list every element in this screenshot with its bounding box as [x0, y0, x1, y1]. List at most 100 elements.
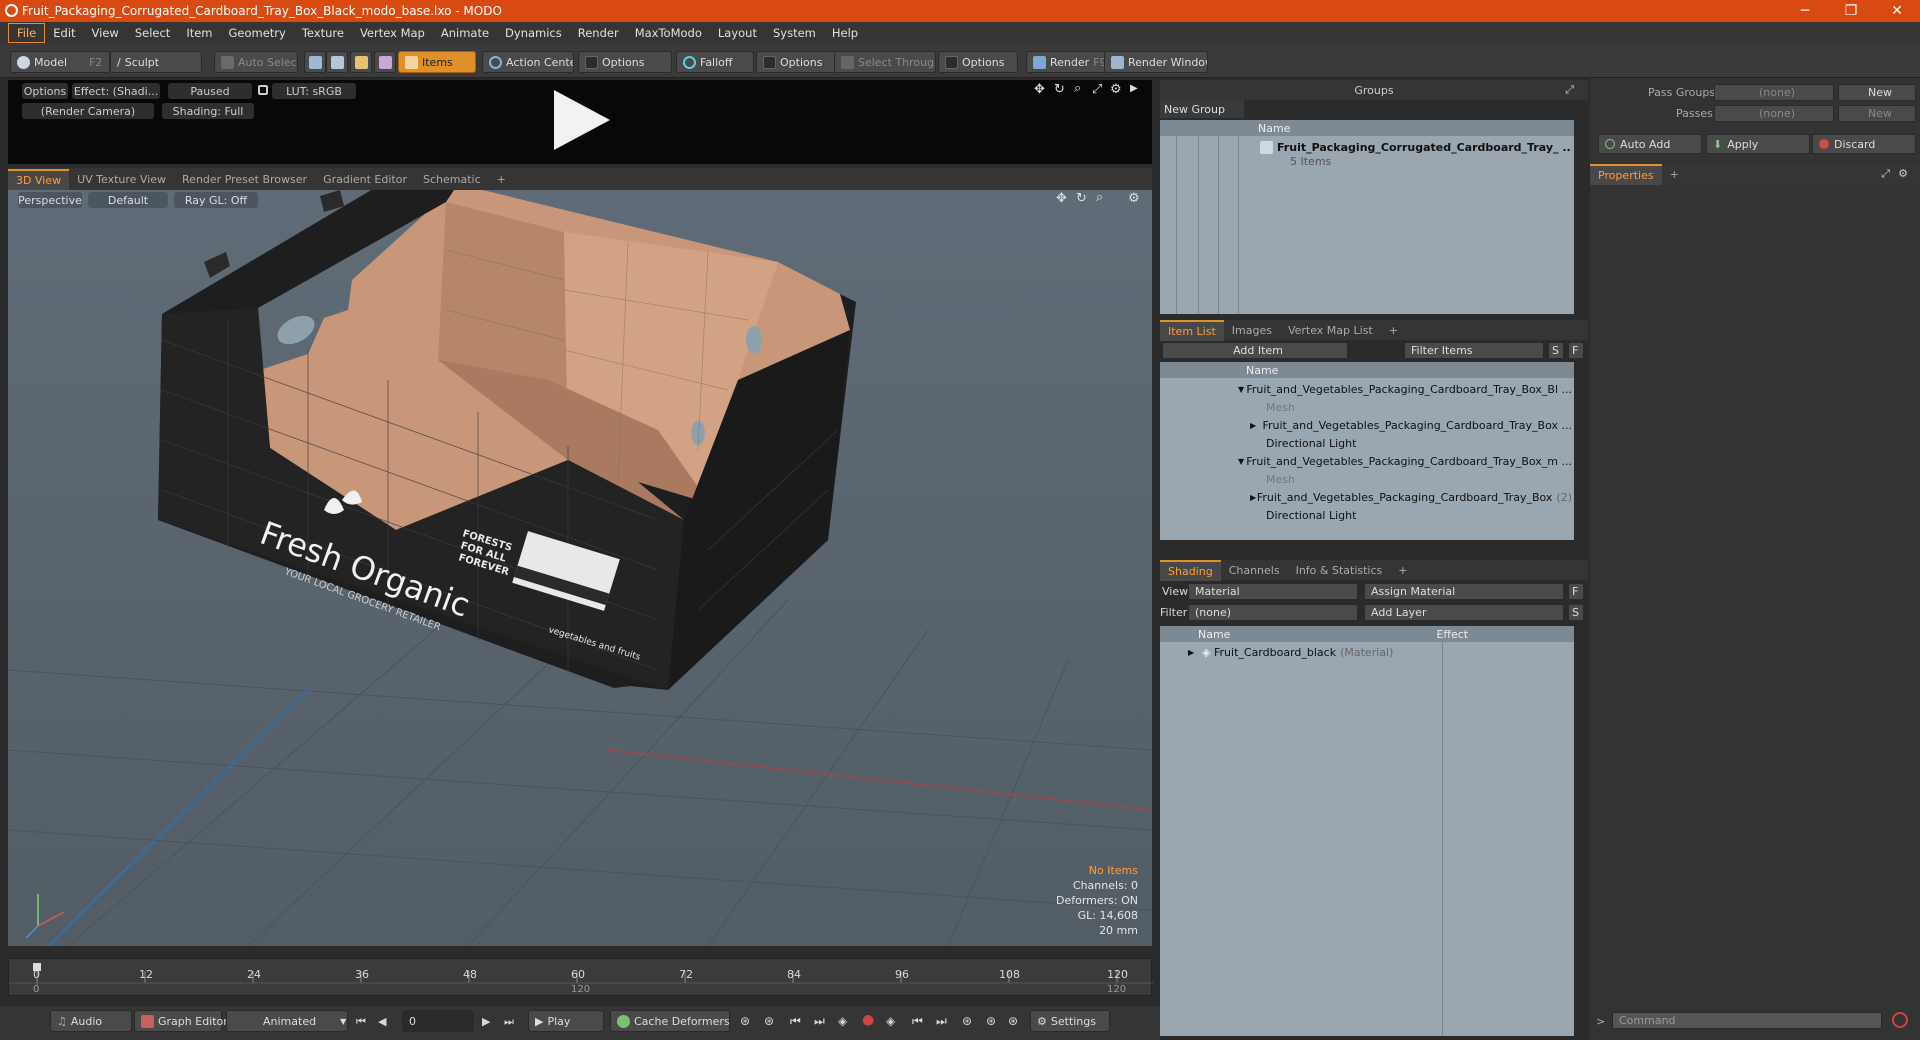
add-properties-tab-button[interactable]: +	[1662, 165, 1687, 184]
menu-geometry[interactable]: Geometry	[221, 24, 294, 42]
list-item[interactable]: Mesh	[1266, 470, 1566, 488]
edges-mode-button[interactable]	[326, 51, 348, 73]
items-mode-button[interactable]: Items	[398, 51, 476, 73]
move-icon[interactable]: ✥	[1034, 82, 1045, 97]
key-next-icon[interactable]: ⏭	[814, 1014, 825, 1029]
new-group-button[interactable]: New Group	[1160, 100, 1244, 118]
auto-key-icon[interactable]: ◈	[886, 1014, 895, 1028]
tab-item-list[interactable]: Item List	[1160, 319, 1224, 341]
new-pass-group-button[interactable]: New	[1838, 84, 1916, 101]
camera-dropdown[interactable]: (Render Camera)	[22, 103, 154, 119]
key-prev-icon[interactable]: ⏮	[790, 1014, 801, 1029]
tab-gradient-editor[interactable]: Gradient Editor	[315, 170, 415, 189]
tab-vertex-map-list[interactable]: Vertex Map List	[1280, 321, 1381, 340]
gear-icon[interactable]: ⚙	[1110, 82, 1122, 97]
audio-button[interactable]: ♫ Audio	[50, 1010, 132, 1032]
viewport-gear-icon[interactable]: ⚙	[1128, 191, 1140, 206]
rotate-icon[interactable]: ↻	[1054, 82, 1065, 97]
close-button[interactable]: ✕	[1874, 0, 1920, 22]
menu-vertex-map[interactable]: Vertex Map	[352, 24, 433, 42]
passes-dropdown[interactable]: (none)	[1714, 105, 1834, 122]
menu-animate[interactable]: Animate	[433, 24, 497, 42]
timeline[interactable]: 0 12 24 36 48 60 72 84 96 108 120 0 120 …	[8, 958, 1153, 996]
lut-dropdown[interactable]: LUT: sRGB	[272, 83, 356, 99]
properties-gear-icon[interactable]: ⚙	[1898, 167, 1908, 180]
polygons-mode-button[interactable]	[350, 51, 372, 73]
list-item[interactable]: ▼ Fruit_and_Vegetables_Packaging_Cardboa…	[1238, 380, 1572, 398]
last-frame-icon[interactable]: ⏭	[504, 1015, 514, 1029]
effect-dropdown[interactable]: Effect: (Shadi...	[72, 83, 160, 99]
option-icon-1[interactable]: ⊛	[962, 1014, 972, 1028]
action-center-options-button[interactable]: Options	[578, 51, 672, 73]
skip-fwd-icon[interactable]: ⏭	[936, 1014, 947, 1029]
apply-button[interactable]: ⬇ Apply	[1706, 134, 1810, 154]
menu-help[interactable]: Help	[824, 24, 866, 42]
add-shading-tab-button[interactable]: +	[1390, 561, 1415, 580]
tab-info-statistics[interactable]: Info & Statistics	[1288, 561, 1391, 580]
paused-button[interactable]: Paused	[168, 83, 252, 99]
menu-edit[interactable]: Edit	[45, 24, 83, 42]
tab-3d-view[interactable]: 3D View	[8, 168, 70, 190]
tab-properties[interactable]: Properties	[1590, 163, 1662, 185]
play-preview-icon[interactable]	[546, 86, 616, 156]
tab-shading[interactable]: Shading	[1160, 559, 1221, 581]
tab-schematic[interactable]: Schematic	[415, 170, 489, 189]
properties-expand-icon[interactable]: ⤢	[1881, 167, 1890, 181]
viewport-zoom-icon[interactable]: ⌕	[1096, 190, 1103, 205]
add-panel-tab-button[interactable]: +	[1381, 321, 1406, 340]
list-item[interactable]: ▼ Fruit_and_Vegetables_Packaging_Cardboa…	[1238, 452, 1572, 470]
cache-deformers-button[interactable]: Cache Deformers	[610, 1010, 730, 1032]
fullscreen-icon[interactable]: ⤢	[1092, 82, 1102, 97]
material-row[interactable]: ▶ ◈ Fruit_Cardboard_black (Material)	[1188, 643, 1438, 661]
menu-maxtomodo[interactable]: MaxToModo	[627, 24, 710, 42]
next-frame-icon[interactable]: ▶	[482, 1015, 490, 1028]
assign-material-button[interactable]: Assign Material	[1364, 583, 1564, 600]
menu-select[interactable]: Select	[127, 24, 178, 42]
list-item[interactable]: Mesh	[1266, 398, 1566, 416]
search-toggle-button[interactable]: S	[1548, 342, 1564, 359]
add-tab-button[interactable]: +	[489, 170, 514, 189]
viewport-move-icon[interactable]: ✥	[1056, 191, 1067, 206]
record-icon[interactable]: ●	[862, 1012, 874, 1028]
keyframe-icon[interactable]: ◈	[838, 1014, 847, 1028]
key-icon-2[interactable]: ⊛	[764, 1014, 774, 1028]
menu-view[interactable]: View	[84, 24, 127, 42]
command-status-icon[interactable]	[1892, 1012, 1908, 1028]
default-dropdown[interactable]: Default	[88, 192, 168, 208]
menu-dynamics[interactable]: Dynamics	[497, 24, 570, 42]
lock-icon[interactable]	[258, 85, 268, 95]
shader-tree[interactable]	[1160, 626, 1574, 1036]
menu-item[interactable]: Item	[178, 24, 220, 42]
view-dropdown[interactable]: Material	[1188, 583, 1358, 600]
raygl-dropdown[interactable]: Ray GL: Off	[174, 192, 258, 208]
model-button[interactable]: Model F2	[10, 51, 110, 73]
list-item[interactable]: ▶ Fruit_and_Vegetables_Packaging_Cardboa…	[1250, 416, 1572, 434]
option-icon-3[interactable]: ⊛	[1008, 1014, 1018, 1028]
vertices-mode-button[interactable]	[304, 51, 326, 73]
menu-layout[interactable]: Layout	[710, 24, 765, 42]
add-item-dropdown[interactable]: Add Item	[1162, 342, 1348, 359]
command-input[interactable]: Command	[1612, 1012, 1882, 1029]
skip-back-icon[interactable]: ⏮	[912, 1014, 923, 1029]
pass-groups-dropdown[interactable]: (none)	[1714, 84, 1834, 101]
settings-button[interactable]: ⚙ Settings	[1030, 1010, 1110, 1032]
option-icon-2[interactable]: ⊛	[986, 1014, 996, 1028]
select-through-button[interactable]: Select Through	[834, 51, 936, 73]
shading-filter-dropdown[interactable]: (none)	[1188, 604, 1358, 621]
list-item[interactable]: Directional Light	[1266, 506, 1566, 524]
first-frame-icon[interactable]: ⏮	[356, 1015, 366, 1029]
prev-frame-icon[interactable]: ◀	[378, 1015, 386, 1028]
maximize-button[interactable]: ❐	[1828, 0, 1874, 22]
tab-render-preset-browser[interactable]: Render Preset Browser	[174, 170, 315, 189]
frame-input[interactable]: 0	[402, 1010, 474, 1032]
viewport-rotate-icon[interactable]: ↻	[1076, 191, 1087, 206]
viewport-3d[interactable]: vegetables and fruits Fresh Organic YOUR…	[8, 190, 1152, 946]
render-window-button[interactable]: Render Window	[1104, 51, 1208, 73]
select-options-button[interactable]: Options	[938, 51, 1018, 73]
preview-options-button[interactable]: Options	[22, 83, 68, 99]
graph-editor-button[interactable]: Graph Editor	[134, 1010, 228, 1032]
shading-f-button[interactable]: F	[1568, 583, 1584, 600]
menu-file[interactable]: File	[8, 23, 46, 43]
menu-system[interactable]: System	[765, 24, 824, 42]
discard-button[interactable]: Discard	[1812, 134, 1916, 154]
